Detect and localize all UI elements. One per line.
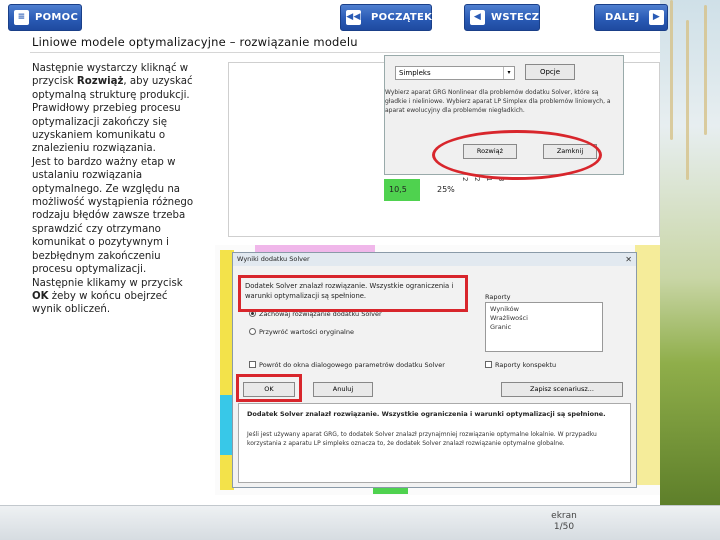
cell-value-2: 25% <box>437 185 455 194</box>
close-icon[interactable]: ✕ <box>625 253 632 266</box>
radio-icon <box>249 328 256 335</box>
rewind-icon: ◀◀ <box>346 10 361 25</box>
paragraph-4: Następnie klikamy w przycisk OK żeby w k… <box>32 277 183 316</box>
solve-button-highlight <box>432 130 602 180</box>
report-item[interactable]: Granic <box>490 323 598 332</box>
save-scenario-button[interactable]: Zapisz scenariusz... <box>501 382 623 397</box>
arrow-left-icon: ◀ <box>470 10 485 25</box>
method-note: Wybierz aparat GRG Nonlinear dla problem… <box>385 89 611 114</box>
checkbox-icon <box>249 361 256 368</box>
options-button[interactable]: Opcje <box>525 64 575 80</box>
title-divider <box>30 52 660 53</box>
vertical-label: 2 <box>461 177 469 182</box>
menu-icon: ≡ <box>14 10 29 25</box>
checkbox-icon <box>485 361 492 368</box>
dialog-titlebar: Wyniki dodatku Solver ✕ <box>233 253 636 266</box>
checkbox-outline-reports[interactable]: Raporty konspektu <box>485 361 556 369</box>
paragraph-1: Następnie wystarczy kliknąć w przycisk R… <box>32 63 193 101</box>
cancel-button[interactable]: Anuluj <box>313 382 373 397</box>
reports-label: Raporty <box>485 293 511 301</box>
message-highlight <box>238 275 468 312</box>
screen-counter: ekran 1/50 <box>551 511 577 532</box>
panel-text: Jeśli jest używany aparat GRG, to dodate… <box>247 431 597 447</box>
cell-value-1: 10,5 <box>389 185 407 194</box>
slide-body: Następnie wystarczy kliknąć w przycisk R… <box>32 62 194 317</box>
panel-heading: Dodatek Solver znalazł rozwiązanie. Wszy… <box>247 410 606 418</box>
next-button[interactable]: DALEJ ▶ <box>594 4 668 31</box>
wheat-field-backdrop <box>660 0 720 505</box>
chevron-down-icon: ▾ <box>503 67 514 79</box>
reports-list[interactable]: Wyników Wrażliwości Granic <box>485 302 603 352</box>
report-item[interactable]: Wyników <box>490 305 598 314</box>
radio-restore-original[interactable]: Przywróć wartości oryginalne <box>249 328 354 336</box>
solving-method-select[interactable]: Simpleks ▾ <box>395 66 515 80</box>
report-item[interactable]: Wrażliwości <box>490 314 598 323</box>
ok-button-highlight <box>236 374 302 402</box>
slide-title: Liniowe modele optymalizacyjne – rozwiąz… <box>32 35 358 49</box>
vertical-label: 2 <box>473 177 481 182</box>
checkbox-return-to-params[interactable]: Powrót do okna dialogowego parametrów do… <box>249 361 445 369</box>
paragraph-3: Jest to bardzo ważny etap w ustalaniu ro… <box>32 156 194 276</box>
yellow-strip-right <box>635 245 660 485</box>
help-button[interactable]: ≡ POMOC <box>8 4 82 31</box>
solver-result-panel: Dodatek Solver znalazł rozwiązanie. Wszy… <box>238 403 631 483</box>
paragraph-2: Prawidłowy przebieg procesu optymalizacj… <box>32 103 181 155</box>
back-button[interactable]: ◀ WSTECZ <box>464 4 540 31</box>
navigation-bar <box>0 505 720 540</box>
arrow-right-icon: ▶ <box>649 10 664 25</box>
start-button[interactable]: ◀◀ POCZĄTEK <box>340 4 432 31</box>
